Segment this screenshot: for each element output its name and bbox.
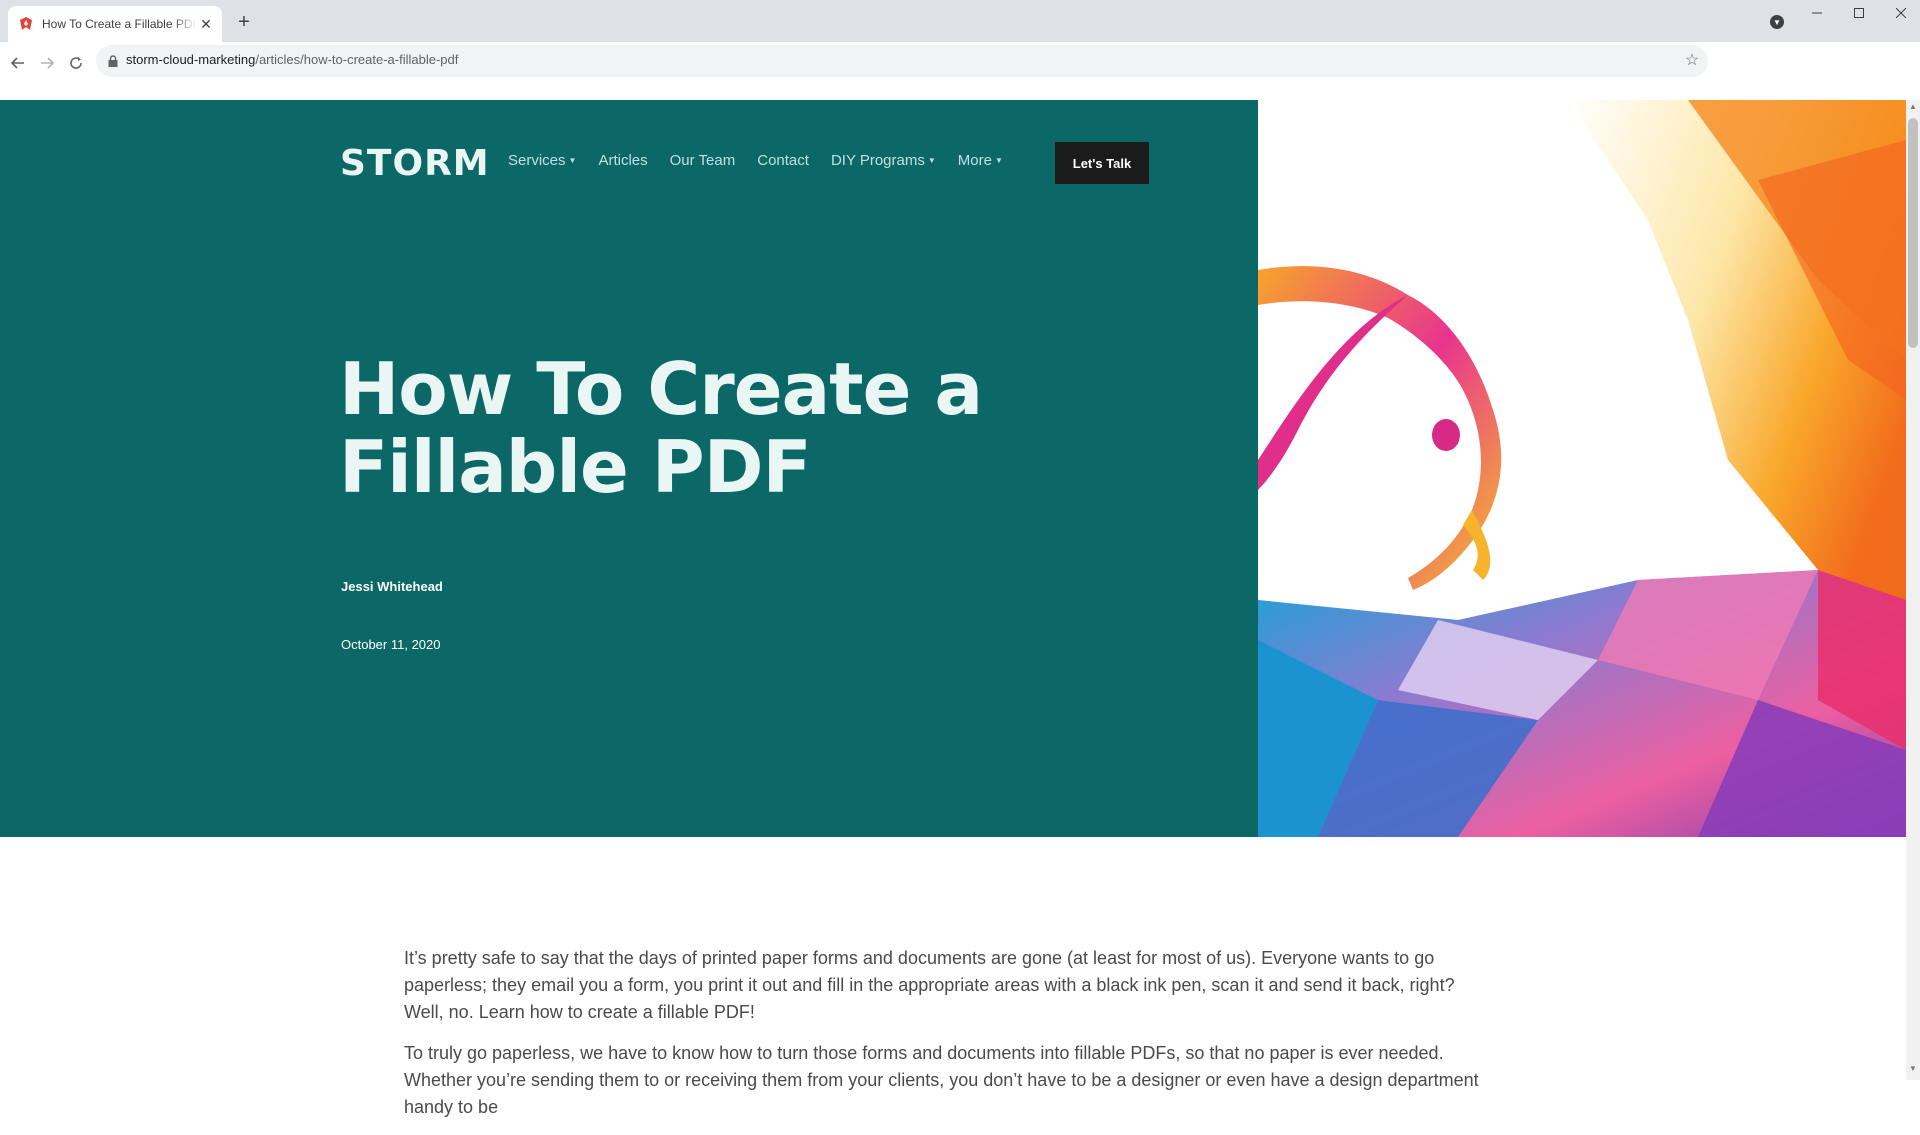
nav-label: DIY Programs (830, 152, 925, 169)
close-window-icon[interactable] (1880, 0, 1920, 26)
tab-title: How To Create a Fillable PDF - Storm Clo… (42, 17, 196, 31)
nav-label: Contact (757, 152, 809, 169)
active-tab[interactable]: How To Create a Fillable PDF - Storm Clo… (8, 6, 222, 42)
profile-icon[interactable]: ▼ (1770, 15, 1784, 29)
url-host: storm-cloud-marketing (126, 52, 256, 67)
article-author[interactable]: Jessi Whitehead (341, 579, 443, 594)
nav-label: Services (508, 152, 566, 169)
nav-item-our-team[interactable]: Our Team (670, 152, 736, 169)
scroll-down-icon[interactable]: ▼ (1908, 1064, 1918, 1074)
scrollbar-thumb[interactable] (1908, 118, 1918, 348)
storm-logo[interactable]: STORM (340, 143, 490, 184)
maximize-icon[interactable] (1838, 0, 1880, 26)
nav-item-services[interactable]: Services ▼ (508, 152, 576, 169)
minimize-icon[interactable] (1796, 0, 1838, 26)
forward-arrow-icon[interactable] (35, 51, 59, 75)
back-arrow-icon[interactable] (6, 51, 30, 75)
tab-strip: How To Create a Fillable PDF - Storm Clo… (0, 0, 1920, 42)
scroll-up-icon[interactable]: ▲ (1908, 102, 1918, 112)
nav-item-contact[interactable]: Contact (757, 152, 809, 169)
nav-label: Articles (598, 152, 648, 169)
new-tab-button[interactable]: + (232, 10, 256, 34)
nav-label: More (957, 152, 992, 169)
reload-icon[interactable] (64, 51, 88, 75)
article-body: It’s pretty safe to say that the days of… (404, 945, 1496, 1135)
nav-item-diy-programs[interactable]: DIY Programs ▼ (831, 152, 936, 169)
tab-close-icon[interactable]: ✕ (198, 16, 214, 32)
nav-item-more[interactable]: More ▼ (958, 152, 1003, 169)
url-text[interactable]: storm-cloud-marketing/articles/how-to-cr… (126, 52, 458, 67)
caret-down-icon: ▼ (568, 156, 577, 165)
article-title: How To Create a Fillable PDF (339, 347, 983, 509)
paragraph: It’s pretty safe to say that the days of… (404, 948, 1455, 1022)
paragraph: To truly go paperless, we have to know h… (404, 1043, 1479, 1117)
caret-down-icon: ▼ (994, 156, 1003, 165)
lock-icon[interactable] (108, 54, 120, 68)
article-date: October 11, 2020 (341, 637, 441, 652)
url-path: /articles/how-to-create-a-fillable-pdf (255, 52, 459, 67)
storm-favicon-icon (18, 16, 34, 32)
caret-down-icon: ▼ (927, 156, 936, 165)
nav-item-articles[interactable]: Articles (598, 152, 647, 169)
hero-illustration (1258, 100, 1906, 837)
main-nav: Services ▼ Articles Our Team Contact DIY … (508, 152, 1003, 169)
lets-talk-button[interactable]: Let's Talk (1055, 142, 1149, 184)
nav-label: Our Team (669, 152, 736, 169)
bookmark-star-icon[interactable]: ☆ (1682, 50, 1702, 70)
